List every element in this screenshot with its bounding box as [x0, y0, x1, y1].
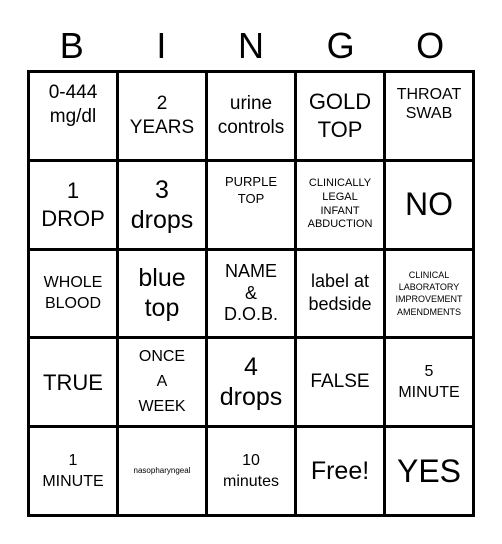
bingo-cell[interactable]: NAME & D.O.B. — [208, 250, 294, 337]
free-space-cell[interactable]: Free! — [297, 428, 383, 514]
bingo-cell[interactable]: PURPLE TOP — [208, 161, 294, 248]
bingo-cell[interactable]: 4 drops — [208, 339, 294, 426]
bingo-cell[interactable]: 3 drops — [119, 161, 205, 248]
bingo-cell[interactable]: 1 MINUTE — [30, 428, 116, 514]
bingo-cell[interactable]: blue top — [119, 250, 205, 337]
bingo-cell[interactable]: 10 minutes — [208, 428, 294, 514]
bingo-cell[interactable]: YES — [386, 428, 472, 514]
bingo-cell[interactable]: label at bedside — [297, 250, 383, 337]
bingo-cell[interactable]: 2 YEARS — [119, 73, 205, 159]
header-letter-i: I — [156, 25, 167, 66]
bingo-cell[interactable]: CLINICAL LABORATORY IMPROVEMENT AMENDMEN… — [386, 250, 472, 337]
bingo-cell[interactable]: THROAT SWAB — [386, 73, 472, 159]
bingo-cell[interactable]: 1 DROP — [30, 161, 116, 248]
bingo-cell[interactable]: CLINICALLY LEGAL INFANT ABDUCTION — [297, 161, 383, 248]
bingo-cell[interactable]: WHOLE BLOOD — [30, 250, 116, 337]
bingo-cell[interactable]: FALSE — [297, 339, 383, 426]
header-letter-o: O — [416, 25, 445, 66]
header-letter-n: N — [237, 25, 264, 66]
bingo-cell[interactable]: GOLD TOP — [297, 73, 383, 159]
bingo-cell[interactable]: urine controls — [208, 73, 294, 159]
bingo-header: B I N G O — [27, 22, 475, 70]
header-letter-b: B — [59, 25, 84, 66]
bingo-cell[interactable]: nasopharyngeal — [119, 428, 205, 514]
bingo-cell[interactable]: ONCE A WEEK — [119, 339, 205, 426]
bingo-cell[interactable]: 0-444 mg/dl — [30, 73, 116, 159]
bingo-cell[interactable]: NO — [386, 161, 472, 248]
header-letter-g: G — [326, 25, 355, 66]
bingo-grid: 0-444 mg/dl 2 YEARS urine controls GOLD … — [27, 70, 475, 517]
bingo-cell[interactable]: 5 MINUTE — [386, 339, 472, 426]
bingo-cell[interactable]: TRUE — [30, 339, 116, 426]
